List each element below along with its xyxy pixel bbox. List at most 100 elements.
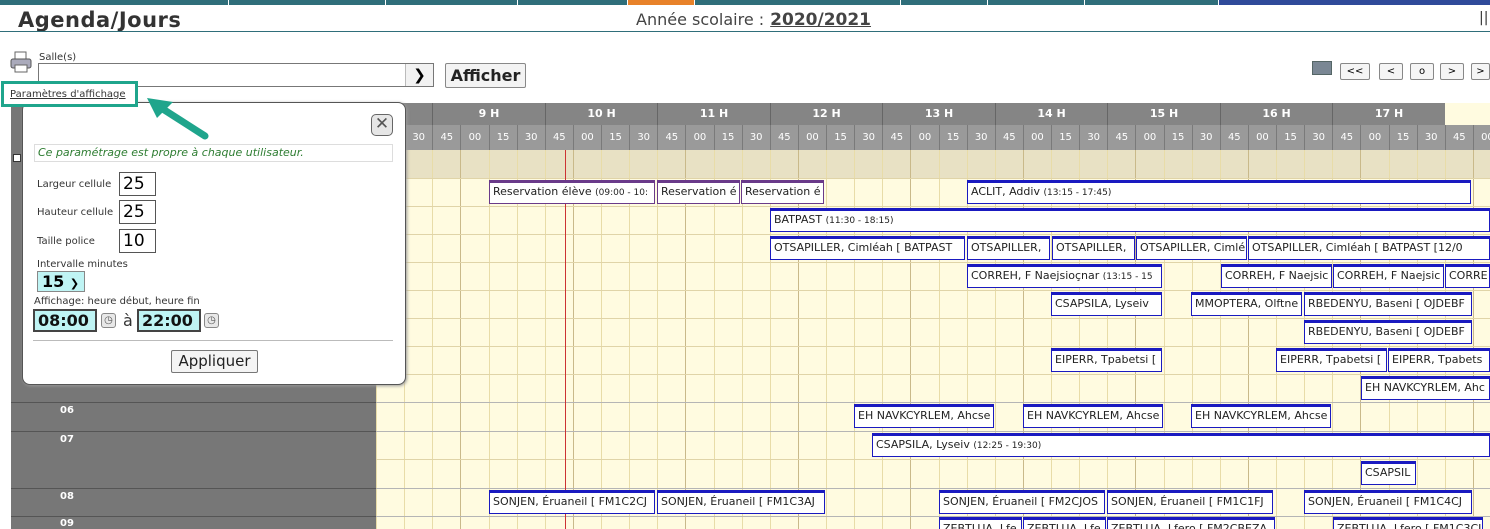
hour-header: 10 H <box>544 103 658 125</box>
agenda-event[interactable]: EH NAVKCYRLEM, Ahc <box>1361 376 1490 400</box>
nav-first-button[interactable]: << <box>1340 63 1370 80</box>
nav-last-button[interactable]: > <box>1471 63 1490 80</box>
event-title: OTSAPILLER, Cimléah [ BATPAST [12/0 <box>1252 241 1463 254</box>
event-title: OTSAPILLER, Cimlé <box>1140 241 1246 254</box>
event-title: Reservation élève <box>493 185 592 198</box>
nav-tab[interactable] <box>694 0 900 5</box>
agenda-event[interactable]: CORREH, F Naejsic <box>1333 264 1444 288</box>
minute-header: 30 <box>1304 125 1333 150</box>
start-time-input[interactable]: 08:00 <box>33 309 97 332</box>
nav-tab[interactable] <box>517 0 627 5</box>
event-title: ZEBTLUA, Lfero [ FM1C3CI <box>1337 522 1482 529</box>
calendar-icon[interactable] <box>1312 61 1332 75</box>
collapse-icon[interactable] <box>13 154 21 162</box>
hauteur-input[interactable]: 25 <box>119 200 156 224</box>
agenda-event[interactable]: ZEBTLUA, Lfe <box>939 517 1022 529</box>
nav-tab-active[interactable] <box>627 0 694 5</box>
nav-tab[interactable] <box>987 0 1084 5</box>
agenda-event[interactable]: CSAPSILA, Lyseiv (12:25 - 19:30) <box>872 433 1490 457</box>
nav-tab[interactable] <box>1218 0 1490 5</box>
agenda-event[interactable]: SONJEN, Éruaneil [ FM2CJOS <box>939 490 1105 514</box>
event-title: CORREH, F Naejsioçnar <box>971 269 1100 282</box>
agenda-event[interactable]: CSAPSIL <box>1361 461 1416 485</box>
agenda-event[interactable]: SONJEN, Éruaneil [ FM1C3AJ <box>657 490 825 514</box>
agenda-event[interactable]: OTSAPILLER, Cimlé <box>1136 236 1247 260</box>
school-year: Année scolaire : 2020/2021 <box>636 10 871 30</box>
event-title: SONJEN, Éruaneil [ FM1C4CJ <box>1308 495 1463 508</box>
agenda-event[interactable]: RBEDENYU, Baseni [ OJDEBF <box>1304 320 1472 344</box>
minute-header: 30 <box>404 125 433 150</box>
agenda-event[interactable]: CSAPSILA, Lyseiv <box>1051 292 1162 316</box>
chevron-down-icon[interactable]: ❯ <box>405 64 433 86</box>
agenda-event[interactable]: SONJEN, Éruaneil [ FM1C4CJ <box>1304 490 1472 514</box>
agenda-event[interactable]: OTSAPILLER, <box>967 236 1050 260</box>
agenda-event[interactable]: MMOPTERA, Olftne <box>1191 292 1302 316</box>
minute-header: 15 <box>488 125 517 150</box>
nav-today-button[interactable]: o <box>1410 63 1434 80</box>
intervalle-label: Intervalle minutes <box>37 259 128 270</box>
agenda-event[interactable]: EIPERR, Tpabetsi [ <box>1276 348 1387 372</box>
event-title: ACLIT, Addiv <box>971 185 1040 198</box>
agenda-event[interactable]: CORREH, F Naejsic <box>1221 264 1332 288</box>
row-label: 06 <box>60 405 74 416</box>
appliquer-button[interactable]: Appliquer <box>171 350 258 373</box>
close-icon[interactable]: ✕ <box>371 114 393 136</box>
minute-header: 15 <box>938 125 967 150</box>
grid-hline <box>376 374 1490 375</box>
agenda-event[interactable]: BATPAST (11:30 - 18:15) <box>770 208 1490 232</box>
nav-tab[interactable] <box>900 0 987 5</box>
minute-header: 30 <box>966 125 995 150</box>
agenda-event[interactable]: CORRE <box>1445 264 1490 288</box>
agenda-event[interactable]: OTSAPILLER, <box>1052 236 1135 260</box>
event-title: RBEDENYU, Baseni [ OJDEBF <box>1308 325 1465 338</box>
pointer-arrow-icon <box>147 98 209 140</box>
nav-tab[interactable] <box>1084 0 1218 5</box>
agenda-event[interactable]: RBEDENYU, Baseni [ OJDEBF <box>1304 292 1472 316</box>
agenda-event[interactable]: Reservation é <box>741 180 824 204</box>
school-year-value[interactable]: 2020/2021 <box>770 10 871 30</box>
page-title: Agenda/Jours <box>18 8 182 32</box>
agenda-event[interactable]: ZEBTLUA, Lfe <box>1023 517 1106 529</box>
intervalle-select[interactable]: 15 ❯ <box>37 271 85 292</box>
agenda-event[interactable]: EIPERR, Tpabetsi [ <box>1051 348 1162 372</box>
largeur-input[interactable]: 25 <box>119 172 156 196</box>
agenda-event[interactable]: CORREH, F Naejsioçnar (13:15 - 15 <box>967 264 1162 288</box>
hour-header: 14 H <box>994 103 1108 125</box>
nav-tab[interactable] <box>228 0 385 5</box>
grid-hline <box>376 488 1490 489</box>
params-link[interactable]: Paramètres d'affichage <box>10 89 126 100</box>
event-title: EH NAVKCYRLEM, Ahcse <box>1027 409 1160 422</box>
settings-note: Ce paramétrage est propre à chaque utili… <box>34 144 393 162</box>
display-settings-popup: ✕ Ce paramétrage est propre à chaque uti… <box>22 102 406 385</box>
minute-header: 45 <box>432 125 461 150</box>
hour-header: 15 H <box>1107 103 1220 125</box>
agenda-event[interactable]: ACLIT, Addiv (13:15 - 17:45) <box>967 180 1471 204</box>
clock-icon[interactable]: ◷ <box>101 313 116 328</box>
agenda-event[interactable]: SONJEN, Éruaneil [ FM1C2CJ <box>489 490 655 514</box>
nav-prev-button[interactable]: < <box>1379 63 1403 80</box>
end-time-input[interactable]: 22:00 <box>137 309 201 332</box>
agenda-event[interactable]: OTSAPILLER, Cimléah [ BATPAST [12/0 <box>1248 236 1490 260</box>
minute-header: 15 <box>713 125 742 150</box>
police-input[interactable]: 10 <box>119 229 156 253</box>
minute-header: 00 <box>572 125 601 150</box>
agenda-event[interactable]: ZEBTLUA, Lfero [ FM1C3CI <box>1333 517 1483 529</box>
agenda-event[interactable]: ZEBTLUA, Lfero [ FM2CBEZA <box>1107 517 1275 529</box>
nav-tab[interactable] <box>385 0 517 5</box>
clock-icon[interactable]: ◷ <box>204 313 219 328</box>
agenda-grid[interactable]: 8 H9 H10 H11 H12 H13 H14 H15 H16 H17 H15… <box>376 103 1490 529</box>
menu-icon[interactable]: ||| <box>1479 10 1490 26</box>
agenda-event[interactable]: EH NAVKCYRLEM, Ahcse <box>1191 404 1331 428</box>
print-icon[interactable] <box>10 51 32 73</box>
agenda-event[interactable]: OTSAPILLER, Cimléah [ BATPAST <box>770 236 965 260</box>
nav-next-button[interactable]: > <box>1440 63 1464 80</box>
event-title: EIPERR, Tpabetsi [ <box>1055 353 1157 366</box>
afficher-button[interactable]: Afficher <box>445 63 526 88</box>
agenda-event[interactable]: EH NAVKCYRLEM, Ahcse <box>1023 404 1163 428</box>
grid-band <box>376 150 1490 178</box>
agenda-event[interactable]: EIPERR, Tpabets <box>1388 348 1490 372</box>
agenda-event[interactable]: Reservation élève (09:00 - 10: <box>489 180 655 204</box>
agenda-event[interactable]: Reservation é <box>657 180 740 204</box>
agenda-event[interactable]: EH NAVKCYRLEM, Ahcse <box>854 404 994 428</box>
agenda-event[interactable]: SONJEN, Éruaneil [ FM1C1FJ <box>1107 490 1273 514</box>
